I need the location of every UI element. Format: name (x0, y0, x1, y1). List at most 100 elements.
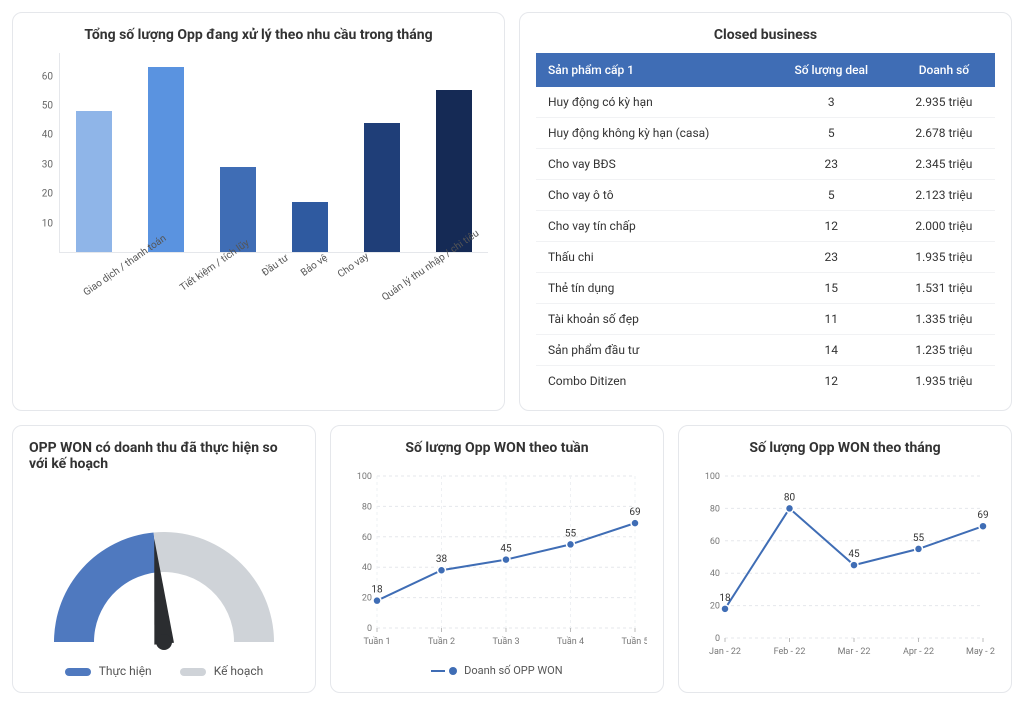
gauge-legend: Thực hiện Kế hoạch (65, 664, 264, 678)
col-revenue: Doanh số (893, 53, 995, 87)
line-week-legend: Doanh số OPP WON (347, 664, 647, 677)
cell-revenue: 2.345 triệu (893, 149, 995, 180)
cell-product: Cho vay ô tô (536, 180, 770, 211)
svg-text:Tuần 1: Tuần 1 (363, 636, 390, 647)
cell-product: Thẻ tín dụng (536, 273, 770, 304)
svg-text:40: 40 (362, 563, 372, 573)
cell-product: Sản phẩm đầu tư (536, 335, 770, 366)
table-row: Huy động có kỳ hạn32.935 triệu (536, 87, 995, 118)
table-row: Cho vay ô tô52.123 triệu (536, 180, 995, 211)
table-row: Cho vay tín chấp122.000 triệu (536, 211, 995, 242)
cell-deals: 12 (770, 211, 893, 242)
closed-business-table: Sản phẩm cấp 1 Số lượng deal Doanh số Hu… (536, 53, 995, 396)
cell-product: Huy động không kỳ hạn (casa) (536, 118, 770, 149)
cell-revenue: 1.935 triệu (893, 242, 995, 273)
cell-deals: 5 (770, 180, 893, 211)
table-row: Combo Ditizen121.935 triệu (536, 366, 995, 397)
svg-text:45: 45 (500, 544, 512, 555)
cell-revenue: 1.935 triệu (893, 366, 995, 397)
svg-text:80: 80 (362, 502, 372, 512)
svg-text:40: 40 (710, 569, 720, 579)
table-row: Huy động không kỳ hạn (casa)52.678 triệu (536, 118, 995, 149)
gauge-chart (34, 502, 294, 652)
svg-text:18: 18 (719, 593, 731, 604)
svg-text:18: 18 (371, 585, 383, 596)
svg-text:Jan - 22: Jan - 22 (709, 647, 741, 657)
won-month-title: Số lượng Opp WON theo tháng (695, 440, 995, 456)
cell-deals: 12 (770, 366, 893, 397)
legend-plan: Kế hoạch (214, 664, 264, 678)
bar (148, 67, 184, 252)
line-chart-week: 020406080100Tuần 1Tuần 2Tuần 3Tuần 4Tuần… (347, 466, 647, 656)
cell-product: Thấu chi (536, 242, 770, 273)
table-row: Thấu chi231.935 triệu (536, 242, 995, 273)
svg-text:55: 55 (565, 528, 577, 539)
legend-actual: Thực hiện (99, 664, 152, 678)
table-row: Cho vay BĐS232.345 triệu (536, 149, 995, 180)
cell-revenue: 2.678 triệu (893, 118, 995, 149)
bar-col (68, 111, 120, 252)
bar-col (356, 123, 408, 252)
cell-deals: 15 (770, 273, 893, 304)
cell-revenue: 1.235 triệu (893, 335, 995, 366)
card-closed-business: Closed business Sản phẩm cấp 1 Số lượng … (519, 12, 1012, 411)
svg-text:0: 0 (367, 624, 372, 634)
svg-text:Tuần 2: Tuần 2 (428, 636, 455, 647)
cell-deals: 23 (770, 149, 893, 180)
table-row: Tài khoản số đẹp111.335 triệu (536, 304, 995, 335)
cell-product: Cho vay BĐS (536, 149, 770, 180)
card-gauge: OPP WON có doanh thu đã thực hiện so với… (12, 425, 316, 693)
svg-text:100: 100 (705, 472, 720, 482)
cell-revenue: 2.935 triệu (893, 87, 995, 118)
svg-text:Apr - 22: Apr - 22 (903, 647, 934, 657)
line-week-series: Doanh số OPP WON (464, 664, 562, 677)
cell-product: Combo Ditizen (536, 366, 770, 397)
cell-deals: 23 (770, 242, 893, 273)
svg-text:80: 80 (710, 504, 720, 514)
svg-text:May - 22: May - 22 (966, 647, 995, 657)
cell-product: Tài khoản số đẹp (536, 304, 770, 335)
svg-text:69: 69 (977, 510, 988, 521)
cell-product: Cho vay tín chấp (536, 211, 770, 242)
svg-text:Feb - 22: Feb - 22 (774, 647, 806, 657)
cell-revenue: 1.335 triệu (893, 304, 995, 335)
cell-revenue: 2.000 triệu (893, 211, 995, 242)
bar-chart: 102030405060 Giao dịch / thanh toánTiết … (29, 53, 488, 313)
bar-col (140, 67, 192, 252)
won-week-title: Số lượng Opp WON theo tuần (347, 440, 647, 456)
svg-text:0: 0 (715, 634, 720, 644)
bar (364, 123, 400, 252)
bar (76, 111, 112, 252)
svg-text:Tuần 4: Tuần 4 (557, 636, 584, 647)
bar-chart-title: Tổng số lượng Opp đang xử lý theo nhu cầ… (29, 27, 488, 43)
svg-text:60: 60 (362, 533, 372, 543)
table-row: Thẻ tín dụng151.531 triệu (536, 273, 995, 304)
cell-revenue: 2.123 triệu (893, 180, 995, 211)
card-won-month: Số lượng Opp WON theo tháng 020406080100… (678, 425, 1012, 693)
card-won-week: Số lượng Opp WON theo tuần 020406080100T… (330, 425, 664, 693)
gauge-title: OPP WON có doanh thu đã thực hiện so với… (29, 440, 299, 472)
svg-text:38: 38 (436, 554, 448, 565)
svg-text:Tuần 3: Tuần 3 (492, 636, 519, 647)
svg-text:100: 100 (357, 472, 372, 482)
cell-product: Huy động có kỳ hạn (536, 87, 770, 118)
table-row: Sản phẩm đầu tư141.235 triệu (536, 335, 995, 366)
svg-text:45: 45 (848, 549, 860, 560)
svg-text:60: 60 (710, 537, 720, 547)
cell-deals: 11 (770, 304, 893, 335)
bar-col (284, 202, 336, 252)
svg-text:80: 80 (784, 492, 796, 503)
svg-text:Mar - 22: Mar - 22 (838, 647, 871, 657)
cell-deals: 3 (770, 87, 893, 118)
cell-deals: 5 (770, 118, 893, 149)
col-product: Sản phẩm cấp 1 (536, 53, 770, 87)
col-deals: Số lượng deal (770, 53, 893, 87)
card-opp-by-need: Tổng số lượng Opp đang xử lý theo nhu cầ… (12, 12, 505, 411)
cell-revenue: 1.531 triệu (893, 273, 995, 304)
closed-business-title: Closed business (536, 27, 995, 43)
svg-text:69: 69 (629, 507, 640, 518)
svg-text:Tuần 5: Tuần 5 (621, 636, 647, 647)
line-chart-month: 020406080100Jan - 22Feb - 22Mar - 22Apr … (695, 466, 995, 666)
cell-deals: 14 (770, 335, 893, 366)
svg-text:55: 55 (913, 533, 925, 544)
